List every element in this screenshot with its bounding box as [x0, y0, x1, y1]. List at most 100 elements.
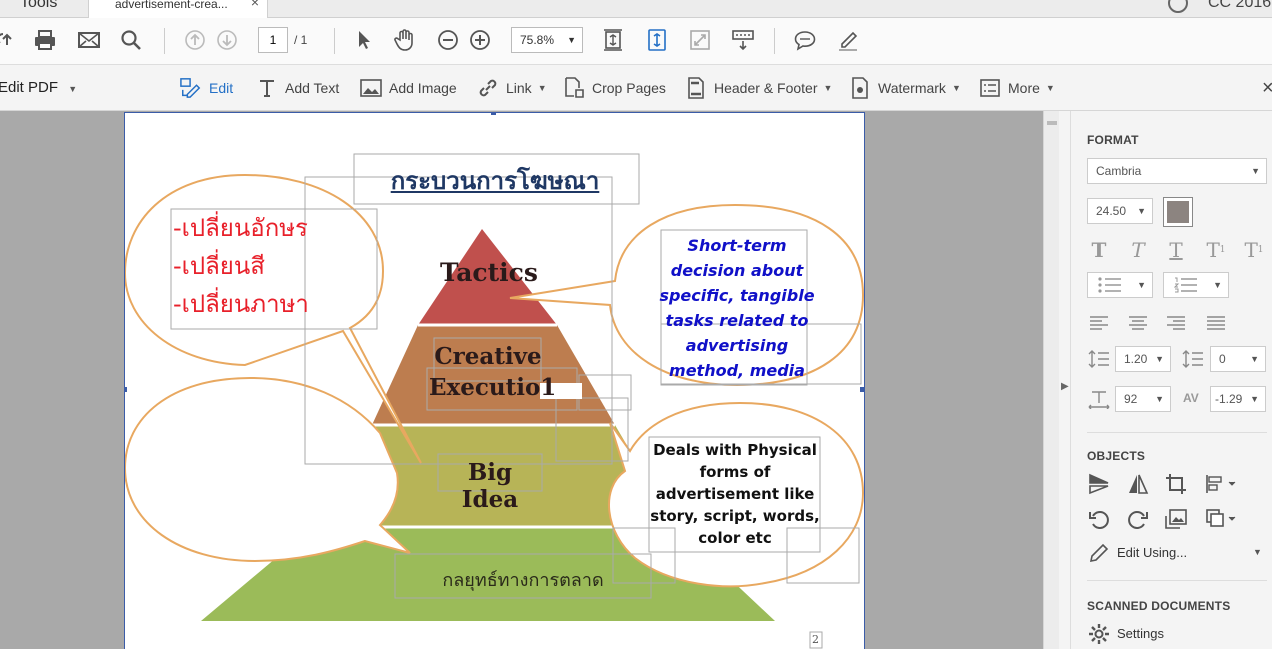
right-bottom-bubble-line: forms of — [699, 463, 771, 481]
underline-icon[interactable]: T — [1164, 238, 1188, 262]
main-toolbar: / 1 75.8% ▼ — [0, 18, 1272, 65]
comment-icon[interactable] — [792, 27, 818, 53]
left-bubble-text[interactable]: -เปลี่ยนอักษร -เปลี่ยนสี -เปลี่ยนภาษา — [173, 209, 309, 323]
panel-divider — [1087, 580, 1267, 581]
chevron-down-icon[interactable]: ▼ — [1253, 547, 1262, 557]
italic-icon[interactable]: T — [1126, 238, 1150, 262]
character-spacing-select[interactable]: -1.29 ▼ — [1210, 386, 1266, 412]
page-selection-handle[interactable] — [122, 387, 127, 392]
pdf-page[interactable]: กระบวนการโฆษณา -เปลี่ยนอักษร -เปลี่ยนสี … — [122, 110, 865, 649]
print-icon[interactable] — [32, 27, 58, 53]
select-cursor-icon[interactable] — [350, 27, 376, 53]
zoom-out-icon[interactable] — [435, 27, 461, 53]
tab-document-label: advertisement-crea... — [115, 0, 228, 11]
edit-using-button[interactable]: Edit Using... — [1117, 545, 1187, 560]
horizontal-scaling-icon — [1087, 387, 1111, 411]
header-footer-button[interactable]: Header & Footer ▼ — [685, 77, 832, 99]
line-spacing-select[interactable]: 1.20 ▼ — [1115, 346, 1171, 372]
horizontal-scaling-select[interactable]: 92 ▼ — [1115, 386, 1171, 412]
page-number-input[interactable] — [258, 27, 288, 53]
chevron-down-icon: ▼ — [537, 83, 547, 93]
font-size-select[interactable]: 24.50 ▼ — [1087, 198, 1153, 224]
page-selection-handle[interactable] — [860, 387, 865, 392]
rotate-clockwise-icon[interactable] — [1126, 507, 1150, 531]
tab-close-button[interactable]: × — [251, 0, 259, 9]
keyboard-icon[interactable] — [730, 27, 756, 53]
edit-button[interactable]: Edit — [180, 77, 233, 99]
tab-document[interactable]: advertisement-crea... × — [88, 0, 268, 18]
fit-page-icon[interactable] — [600, 27, 626, 53]
add-text-button[interactable]: Add Text — [256, 77, 339, 99]
search-icon[interactable] — [118, 27, 144, 53]
font-family-select[interactable]: Cambria ▼ — [1087, 158, 1267, 184]
page-number: 2 — [812, 633, 819, 646]
replace-image-icon[interactable] — [1164, 507, 1188, 531]
right-bottom-bubble-line: color etc — [698, 529, 772, 547]
link-chain-icon — [477, 77, 499, 99]
zoom-in-icon[interactable] — [467, 27, 493, 53]
next-page-icon[interactable] — [214, 27, 240, 53]
upload-icon[interactable] — [0, 27, 20, 53]
help-icon[interactable] — [1168, 0, 1188, 13]
page-title-thai[interactable]: กระบวนการโฆษณา — [365, 161, 625, 200]
align-center-icon[interactable] — [1126, 311, 1150, 335]
character-spacing-icon: AV — [1183, 391, 1199, 405]
previous-page-icon[interactable] — [182, 27, 208, 53]
zoom-level-value: 75.8% — [520, 33, 555, 47]
scanned-settings-button[interactable]: Settings — [1117, 626, 1164, 641]
rotate-counterclockwise-icon[interactable] — [1087, 507, 1111, 531]
toolbar-divider — [774, 28, 775, 54]
highlight-pen-icon[interactable] — [835, 27, 861, 53]
flip-horizontal-icon[interactable] — [1126, 472, 1150, 496]
hand-tool-icon[interactable] — [392, 27, 418, 53]
bold-icon[interactable]: T — [1087, 238, 1111, 262]
horizontal-scaling-value: 92 — [1124, 392, 1138, 406]
tab-tools[interactable]: Tools — [20, 0, 57, 12]
crop-pages-button[interactable]: Crop Pages — [563, 77, 666, 99]
justify-icon[interactable] — [1204, 311, 1228, 335]
crop-image-icon[interactable] — [1164, 472, 1188, 496]
flip-vertical-icon[interactable] — [1087, 472, 1111, 496]
document-viewport: กระบวนการโฆษณา -เปลี่ยนอักษร -เปลี่ยนสี … — [0, 110, 1043, 649]
right-top-bubble-line: Short-term — [687, 236, 787, 255]
pyramid-label-execution[interactable]: Executio1 — [429, 374, 556, 401]
pyramid-label-marketing[interactable]: กลยุทธ์ทางการตลาด — [397, 565, 649, 594]
chevron-right-icon[interactable]: ▶ — [1061, 381, 1069, 392]
chevron-down-icon: ▼ — [1155, 354, 1164, 364]
watermark-button[interactable]: Watermark ▼ — [849, 77, 961, 99]
vertical-scrollbar[interactable] — [1043, 111, 1059, 649]
numbered-list-icon — [1173, 277, 1198, 301]
line-spacing-icon — [1087, 347, 1111, 371]
page-selection-handle[interactable] — [491, 110, 496, 115]
align-objects-icon[interactable] — [1204, 472, 1238, 496]
full-screen-icon[interactable] — [687, 27, 713, 53]
right-top-bubble-line: advertising — [685, 336, 789, 355]
bullet-list-select[interactable]: ▼ — [1087, 272, 1153, 298]
link-menu-button[interactable]: Link ▼ — [477, 77, 547, 99]
right-top-bubble-text[interactable]: Short-term decision about specific, tang… — [657, 233, 817, 383]
zoom-level-select[interactable]: 75.8% ▼ — [511, 27, 583, 53]
email-icon[interactable] — [76, 27, 102, 53]
panel-collapse-strip[interactable]: ▶ — [1059, 111, 1071, 649]
right-bottom-bubble-text[interactable]: Deals with Physical forms of advertiseme… — [645, 439, 825, 549]
text-color-swatch[interactable] — [1163, 197, 1193, 227]
left-bubble-line: -เปลี่ยนภาษา — [173, 290, 309, 318]
scroll-mode-icon[interactable] — [644, 27, 670, 53]
chevron-down-icon: ▼ — [823, 83, 833, 93]
app-version-label: CC 2016 — [1208, 0, 1272, 11]
pyramid-label-big-idea[interactable]: Big Idea — [437, 459, 543, 513]
paragraph-spacing-select[interactable]: 0 ▼ — [1210, 346, 1266, 372]
arrange-objects-icon[interactable] — [1204, 507, 1238, 531]
more-menu-button[interactable]: More ▼ — [979, 77, 1055, 99]
numbered-list-select[interactable]: ▼ — [1163, 272, 1229, 298]
add-image-button[interactable]: Add Image — [360, 77, 457, 99]
align-left-icon[interactable] — [1087, 311, 1111, 335]
pyramid-label-tactics[interactable]: Tactics — [425, 258, 553, 287]
superscript-icon[interactable]: T1 — [1204, 238, 1228, 262]
edit-pdf-menu[interactable]: Edit PDF ▼ — [0, 79, 77, 96]
subscript-icon[interactable]: T1 — [1242, 238, 1266, 262]
pyramid-label-creative[interactable]: Creative — [431, 343, 545, 370]
scrollbar-thumb[interactable] — [1047, 121, 1057, 125]
align-right-icon[interactable] — [1164, 311, 1188, 335]
close-edit-toolbar-button[interactable]: × — [1262, 77, 1272, 100]
